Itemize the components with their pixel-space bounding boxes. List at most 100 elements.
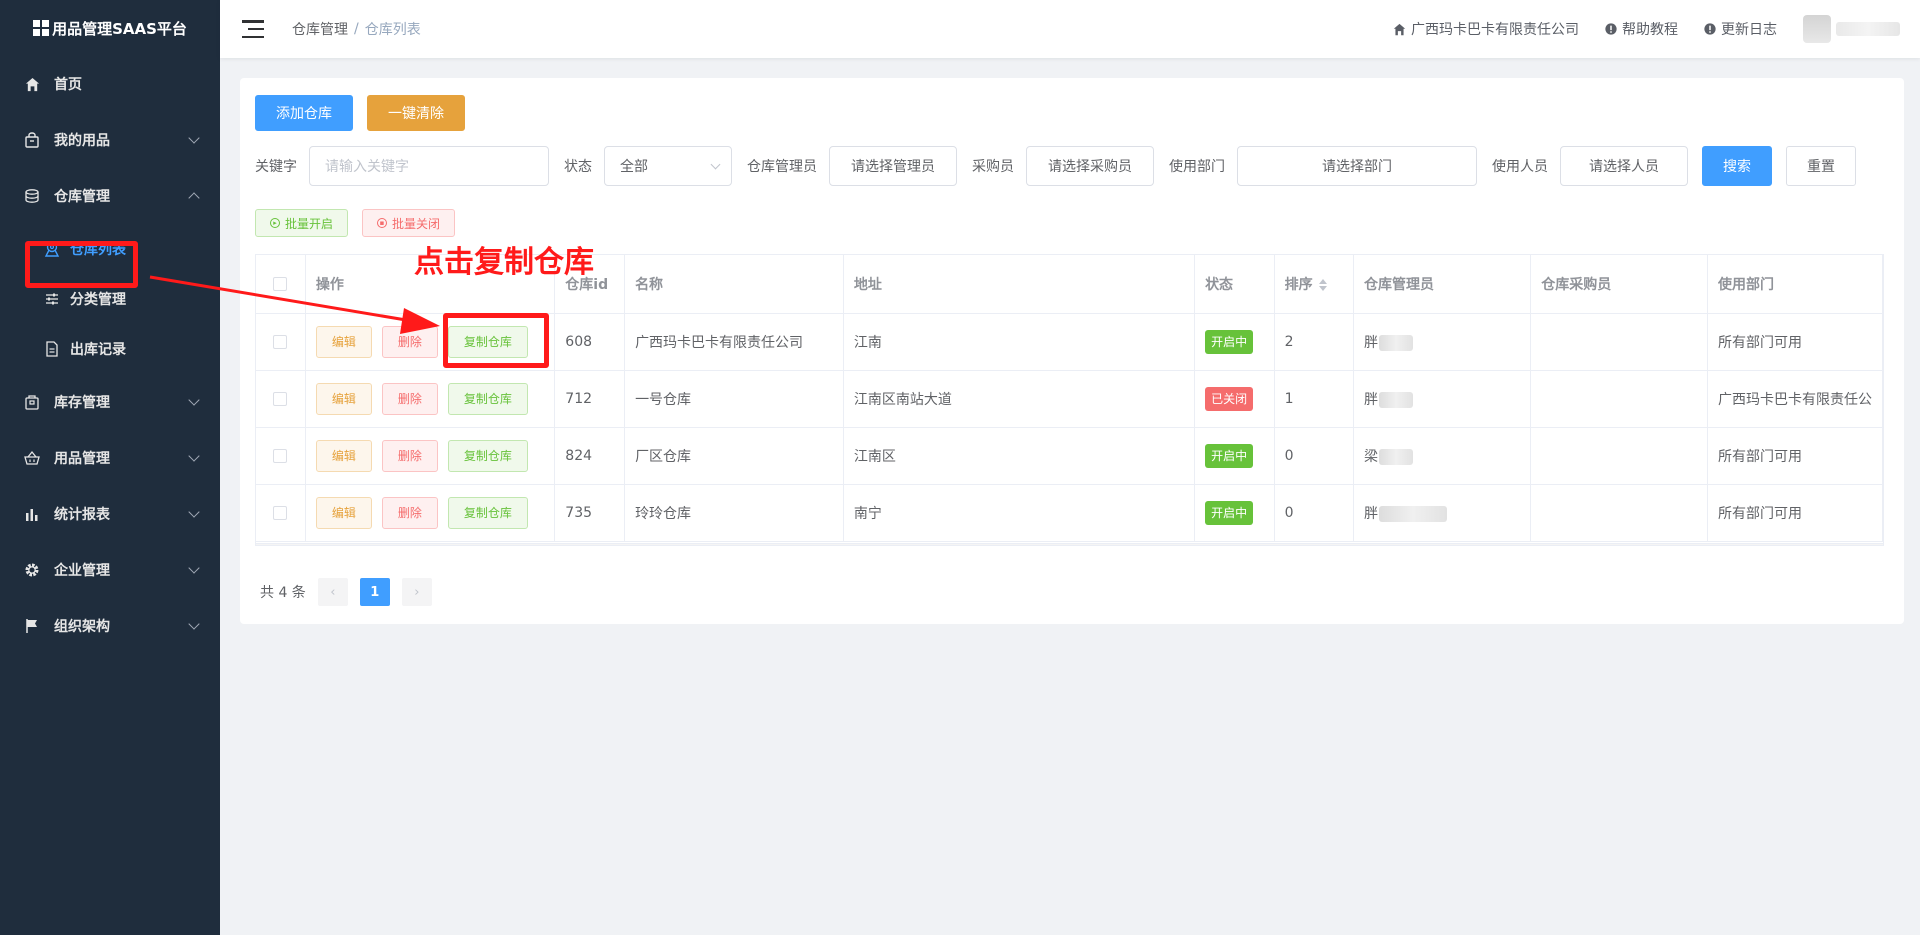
status-badge: 开启中 bbox=[1205, 443, 1254, 468]
sidebar-item-home[interactable]: 首页 bbox=[0, 56, 220, 112]
sidebar-item-reports[interactable]: 统计报表 bbox=[0, 486, 220, 542]
delete-button[interactable]: 删除 bbox=[381, 325, 438, 358]
select-all-checkbox[interactable] bbox=[273, 276, 288, 291]
column-header: 仓库采购员 bbox=[1530, 255, 1708, 314]
status-select[interactable]: 全部 bbox=[604, 146, 732, 186]
sidebar-item-enterprise[interactable]: 企业管理 bbox=[0, 542, 220, 598]
sidebar-item-supplies[interactable]: 用品管理 bbox=[0, 430, 220, 486]
keyword-input[interactable]: 请输入关键字 bbox=[309, 146, 549, 186]
chevron-down-icon bbox=[710, 159, 721, 170]
cell-address: 南宁 bbox=[843, 484, 1196, 542]
sidebar-item-inventory[interactable]: 库存管理 bbox=[0, 374, 220, 430]
row-checkbox[interactable] bbox=[273, 391, 288, 406]
delete-button[interactable]: 删除 bbox=[381, 439, 438, 472]
sidebar-item-label: 首页 bbox=[54, 77, 82, 93]
blurred-text bbox=[1379, 334, 1414, 351]
row-checkbox[interactable] bbox=[273, 505, 288, 520]
sidebar-item-org[interactable]: 组织架构 bbox=[0, 598, 220, 654]
batch-open-label: 批量开启 bbox=[285, 216, 334, 231]
manager-select[interactable]: 请选择管理员 bbox=[829, 146, 957, 186]
changelog-link[interactable]: 更新日志 bbox=[1704, 19, 1777, 39]
edit-button[interactable]: 编辑 bbox=[315, 382, 372, 415]
manager-name: 胖 bbox=[1364, 505, 1379, 522]
chevron-down-icon bbox=[188, 562, 200, 574]
batch-close-button[interactable]: ▪ 批量关闭 bbox=[362, 209, 456, 237]
horizontal-scrollbar[interactable] bbox=[256, 543, 1883, 545]
sidebar-item-warehouse-list[interactable]: 仓库列表 bbox=[0, 224, 220, 274]
gear-icon bbox=[24, 562, 40, 578]
help-link[interactable]: 帮助教程 bbox=[1605, 19, 1678, 39]
edit-button[interactable]: 编辑 bbox=[315, 496, 372, 529]
app-title: 用品管理SAAS平台 bbox=[52, 19, 187, 38]
cell-address: 江南区南站大道 bbox=[843, 370, 1196, 428]
dept-select[interactable]: 请选择部门 bbox=[1237, 146, 1477, 186]
sidebar-item-warehouse[interactable]: 仓库管理 bbox=[0, 168, 220, 224]
menu-toggle-icon[interactable] bbox=[242, 20, 264, 38]
column-header: 名称 bbox=[624, 255, 844, 314]
document-icon bbox=[44, 341, 60, 357]
sidebar-item-label: 我的用品 bbox=[54, 133, 110, 149]
delete-button[interactable]: 删除 bbox=[381, 496, 438, 529]
chevron-down-icon bbox=[188, 618, 200, 630]
sort-icon[interactable] bbox=[1318, 278, 1327, 291]
manager-name: 胖 bbox=[1364, 334, 1379, 351]
cell-buyer bbox=[1530, 370, 1708, 428]
row-checkbox[interactable] bbox=[273, 334, 288, 349]
sliders-icon bbox=[44, 291, 60, 307]
cell-manager: 梁 bbox=[1353, 427, 1532, 485]
company-link[interactable]: 广西玛卡巴卡有限责任公司 bbox=[1393, 19, 1579, 39]
search-button[interactable]: 搜索 bbox=[1702, 146, 1772, 186]
copy-warehouse-button[interactable]: 复制仓库 bbox=[447, 496, 528, 529]
breadcrumb-separator: / bbox=[354, 21, 359, 37]
sidebar-item-label: 用品管理 bbox=[54, 451, 110, 467]
breadcrumb-item[interactable]: 仓库管理 bbox=[292, 19, 348, 39]
user-menu[interactable] bbox=[1803, 15, 1900, 43]
cell-buyer bbox=[1530, 313, 1708, 371]
top-header: 仓库管理 / 仓库列表 广西玛卡巴卡有限责任公司 帮助教程 更新日志 bbox=[220, 0, 1920, 58]
sort-column-header[interactable]: 排序 bbox=[1274, 255, 1355, 314]
app-logo[interactable]: 用品管理SAAS平台 bbox=[0, 0, 220, 56]
row-select-cell bbox=[256, 427, 306, 485]
edit-button[interactable]: 编辑 bbox=[315, 325, 372, 358]
table-row: 编辑 删除 复制仓库 712 一号仓库 江南区南站大道 已关闭 1 胖广西玛卡巴卡有限责任公 bbox=[256, 370, 1883, 428]
help-label: 帮助教程 bbox=[1622, 22, 1678, 38]
sidebar-item-outbound[interactable]: 出库记录 bbox=[0, 324, 220, 374]
bar-chart-icon bbox=[24, 506, 40, 522]
manager-name: 胖 bbox=[1364, 391, 1379, 408]
copy-warehouse-button[interactable]: 复制仓库 bbox=[447, 382, 528, 415]
cell-dept: 广西玛卡巴卡有限责任公 bbox=[1707, 370, 1883, 428]
chevron-up-icon bbox=[188, 192, 200, 204]
cell-name: 广西玛卡巴卡有限责任公司 bbox=[624, 313, 844, 371]
edit-button[interactable]: 编辑 bbox=[315, 439, 372, 472]
next-page-button[interactable]: › bbox=[401, 578, 432, 606]
row-select-cell bbox=[256, 313, 306, 371]
page-number-button[interactable]: 1 bbox=[359, 578, 390, 606]
select-all-cell bbox=[256, 255, 306, 314]
user-select[interactable]: 请选择人员 bbox=[1560, 146, 1688, 186]
add-warehouse-button[interactable]: 添加仓库 bbox=[255, 95, 353, 131]
reset-button[interactable]: 重置 bbox=[1786, 146, 1856, 186]
sidebar-item-my-supplies[interactable]: 我的用品 bbox=[0, 112, 220, 168]
blurred-text bbox=[1379, 448, 1414, 465]
play-icon: ▸ bbox=[270, 218, 280, 228]
cell-sort: 0 bbox=[1274, 484, 1355, 542]
sidebar-item-label: 库存管理 bbox=[54, 395, 110, 411]
warehouse-list-card: 添加仓库 一键清除 关键字 请输入关键字 状态 全部 仓库管理员 请选择管理员 … bbox=[240, 78, 1904, 624]
info-icon bbox=[1704, 23, 1716, 35]
row-select-cell bbox=[256, 370, 306, 428]
box-icon bbox=[24, 394, 40, 410]
column-header: 地址 bbox=[843, 255, 1196, 314]
copy-warehouse-button[interactable]: 复制仓库 bbox=[447, 439, 528, 472]
clear-all-button[interactable]: 一键清除 bbox=[367, 95, 465, 131]
cell-address: 江南区 bbox=[843, 427, 1196, 485]
delete-button[interactable]: 删除 bbox=[381, 382, 438, 415]
user-label: 使用人员 bbox=[1492, 159, 1548, 175]
home-icon bbox=[24, 76, 40, 92]
buyer-label: 采购员 bbox=[972, 159, 1014, 175]
row-checkbox[interactable] bbox=[273, 448, 288, 463]
sidebar-item-category[interactable]: 分类管理 bbox=[0, 274, 220, 324]
prev-page-button[interactable]: ‹ bbox=[317, 578, 348, 606]
copy-warehouse-button[interactable]: 复制仓库 bbox=[447, 325, 528, 358]
batch-open-button[interactable]: ▸ 批量开启 bbox=[255, 209, 349, 237]
buyer-select[interactable]: 请选择采购员 bbox=[1026, 146, 1154, 186]
